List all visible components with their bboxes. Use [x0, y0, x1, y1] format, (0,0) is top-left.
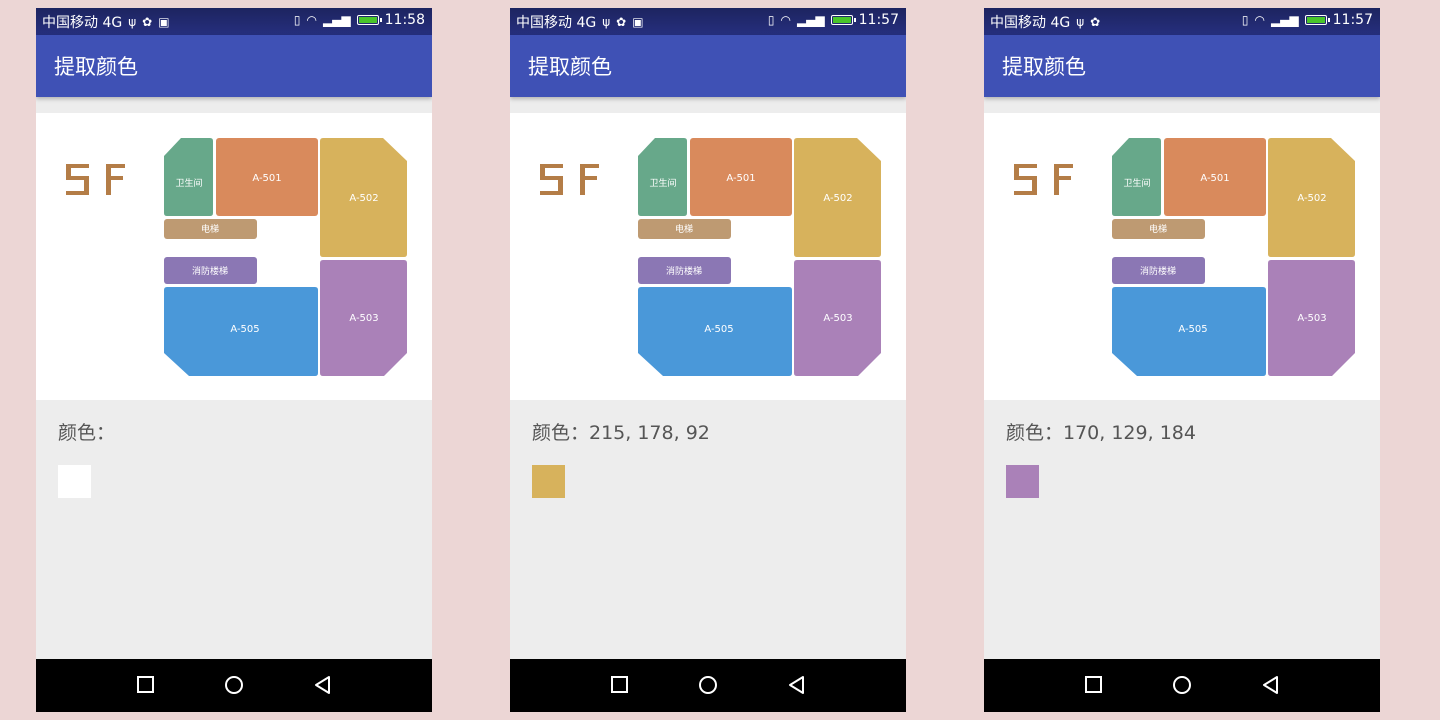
room-a501-label: A-501	[726, 173, 755, 184]
carrier-label: 中国移动 4G	[516, 15, 597, 31]
room-a505-label: A-505	[704, 324, 733, 335]
logo-5-glyph	[66, 164, 89, 195]
home-icon[interactable]	[223, 673, 245, 697]
room-stairs-label: 消防楼梯	[1140, 265, 1176, 277]
wifi-icon: ◠	[780, 13, 791, 27]
floor-map-card: 5F 卫生间 A-501 A-502 电梯 消防楼梯 A-505 A-503	[36, 113, 432, 400]
image-icon: ▣	[632, 15, 644, 29]
room-elevator-label: 电梯	[201, 223, 219, 235]
carrier-label: 中国移动 4G	[990, 15, 1071, 31]
room-a503-label: A-503	[349, 313, 378, 324]
recent-apps-icon[interactable]	[1084, 673, 1104, 697]
app-bar: 提取颜色	[510, 35, 906, 97]
usb-icon: ψ	[602, 15, 611, 29]
home-icon[interactable]	[1171, 673, 1193, 697]
logo-f-glyph	[580, 164, 599, 195]
back-icon[interactable]	[312, 673, 334, 697]
app-bar: 提取颜色	[984, 35, 1380, 97]
app-bar: 提取颜色	[36, 35, 432, 97]
logo-5-glyph	[1014, 164, 1037, 195]
status-time: 11:57	[858, 12, 899, 28]
color-value-text: 颜色：215, 178, 92	[532, 422, 710, 444]
floor-logo: 5F	[540, 164, 599, 195]
nav-bar	[510, 659, 906, 712]
usb-icon: ψ	[1076, 15, 1085, 29]
logo-f-glyph	[1054, 164, 1073, 195]
room-elevator-label: 电梯	[675, 223, 693, 235]
color-swatch	[58, 465, 91, 498]
room-a503-label: A-503	[823, 313, 852, 324]
floor-map-card: 5F 卫生间 A-501 A-502 电梯 消防楼梯 A-505 A-503	[984, 113, 1380, 400]
signal-icon: ▂▄▆	[1270, 13, 1299, 27]
recent-apps-icon[interactable]	[136, 673, 156, 697]
room-washroom[interactable]	[638, 138, 687, 216]
status-bar: 中国移动 4G ψ ✿ ▣ ▯ ◠ ▂▄▆ 11:57	[510, 8, 906, 35]
usb-icon: ψ	[128, 15, 137, 29]
room-stairs-label: 消防楼梯	[192, 265, 228, 277]
room-a501-label: A-501	[1200, 173, 1229, 184]
battery-icon	[356, 15, 382, 25]
color-value-text: 颜色：	[58, 422, 116, 444]
signal-icon: ▂▄▆	[322, 13, 351, 27]
floor-logo: 5F	[1014, 164, 1073, 195]
image-icon: ▣	[158, 15, 170, 29]
home-icon[interactable]	[697, 673, 719, 697]
android-debug-icon: ✿	[142, 15, 153, 29]
room-stairs-label: 消防楼梯	[666, 265, 702, 277]
vibrate-icon: ▯	[1241, 13, 1249, 27]
phone-screen-3: 中国移动 4G ψ ✿ ▯ ◠ ▂▄▆ 11:57 提取颜色 5F 卫生间 A-…	[984, 8, 1380, 712]
room-a505-label: A-505	[1178, 324, 1207, 335]
room-a503-label: A-503	[1297, 313, 1326, 324]
color-swatch	[1006, 465, 1039, 498]
room-washroom-label: 卫生间	[175, 177, 202, 189]
status-bar: 中国移动 4G ψ ✿ ▣ ▯ ◠ ▂▄▆ 11:58	[36, 8, 432, 35]
room-a502-label: A-502	[1297, 193, 1326, 204]
room-a502-label: A-502	[823, 193, 852, 204]
room-a501-label: A-501	[252, 173, 281, 184]
logo-f-glyph	[106, 164, 125, 195]
room-washroom[interactable]	[1112, 138, 1161, 216]
phone-screen-1: 中国移动 4G ψ ✿ ▣ ▯ ◠ ▂▄▆ 11:58 提取颜色 5F 卫生间 …	[36, 8, 432, 712]
carrier-label: 中国移动 4G	[42, 15, 123, 31]
status-time: 11:57	[1332, 12, 1373, 28]
app-title: 提取颜色	[528, 55, 612, 79]
android-debug-icon: ✿	[1090, 15, 1101, 29]
wifi-icon: ◠	[1254, 13, 1265, 27]
room-washroom[interactable]	[164, 138, 213, 216]
room-washroom-label: 卫生间	[1123, 177, 1150, 189]
floor-map-card: 5F 卫生间 A-501 A-502 电梯 消防楼梯 A-505 A-503	[510, 113, 906, 400]
room-a505-label: A-505	[230, 324, 259, 335]
status-time: 11:58	[384, 12, 425, 28]
back-icon[interactable]	[786, 673, 808, 697]
recent-apps-icon[interactable]	[610, 673, 630, 697]
back-icon[interactable]	[1260, 673, 1282, 697]
vibrate-icon: ▯	[293, 13, 301, 27]
app-title: 提取颜色	[54, 55, 138, 79]
vibrate-icon: ▯	[767, 13, 775, 27]
room-a502-label: A-502	[349, 193, 378, 204]
battery-icon	[830, 15, 856, 25]
phone-screen-2: 中国移动 4G ψ ✿ ▣ ▯ ◠ ▂▄▆ 11:57 提取颜色 5F 卫生间 …	[510, 8, 906, 712]
wifi-icon: ◠	[306, 13, 317, 27]
color-swatch	[532, 465, 565, 498]
nav-bar	[36, 659, 432, 712]
signal-icon: ▂▄▆	[796, 13, 825, 27]
floor-logo: 5F	[66, 164, 125, 195]
logo-5-glyph	[540, 164, 563, 195]
battery-icon	[1304, 15, 1330, 25]
color-value-text: 颜色：170, 129, 184	[1006, 422, 1196, 444]
app-title: 提取颜色	[1002, 55, 1086, 79]
room-elevator-label: 电梯	[1149, 223, 1167, 235]
room-washroom-label: 卫生间	[649, 177, 676, 189]
nav-bar	[984, 659, 1380, 712]
android-debug-icon: ✿	[616, 15, 627, 29]
status-bar: 中国移动 4G ψ ✿ ▯ ◠ ▂▄▆ 11:57	[984, 8, 1380, 35]
